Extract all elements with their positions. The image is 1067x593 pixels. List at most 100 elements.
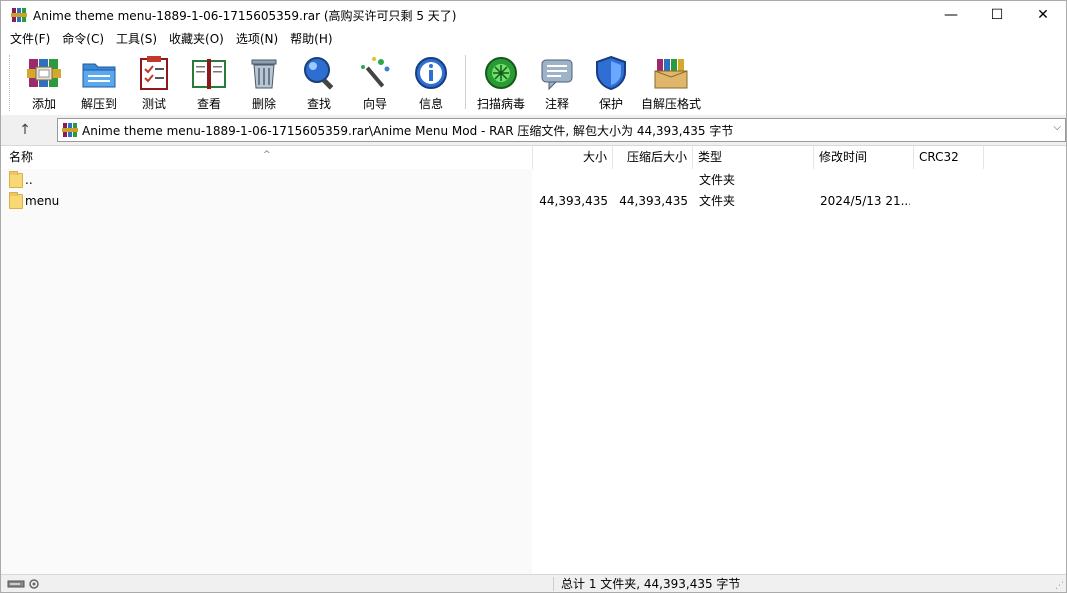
drive-key-icon[interactable] bbox=[7, 578, 43, 590]
wizard-label: 向导 bbox=[362, 97, 387, 111]
toolbar: 添加 解压到 测试 查看 删除 查找 向导 信息 扫描病毒 注释 保护 自解压格… bbox=[1, 49, 1066, 115]
winrar-app-icon bbox=[11, 7, 27, 23]
test-button[interactable]: 测试 bbox=[127, 49, 181, 111]
row-name: menu bbox=[25, 194, 60, 208]
view-button[interactable]: 查看 bbox=[181, 49, 237, 111]
info-icon bbox=[413, 55, 449, 91]
find-button[interactable]: 查找 bbox=[291, 49, 347, 111]
address-path: Anime theme menu-1889-1-06-1715605359.ra… bbox=[82, 123, 734, 138]
virus-scan-icon bbox=[483, 55, 519, 91]
extract-label: 解压到 bbox=[80, 97, 117, 111]
view-label: 查看 bbox=[196, 97, 221, 111]
sfx-label: 自解压格式 bbox=[640, 97, 701, 111]
wizard-button[interactable]: 向导 bbox=[347, 49, 403, 111]
row-crc bbox=[920, 191, 980, 212]
trash-icon bbox=[246, 55, 282, 91]
title-bar: Anime theme menu-1889-1-06-1715605359.ra… bbox=[1, 1, 1066, 29]
menu-tools[interactable]: 工具(S) bbox=[110, 29, 163, 49]
sfx-box-icon bbox=[653, 55, 689, 91]
column-type-label: 类型 bbox=[698, 150, 723, 164]
status-bar: 总计 1 文件夹, 44,393,435 字节 ⋰ bbox=[1, 574, 1066, 592]
name-column-area bbox=[1, 169, 532, 575]
test-label: 测试 bbox=[141, 97, 166, 111]
extract-button[interactable]: 解压到 bbox=[71, 49, 127, 111]
winrar-window: Anime theme menu-1889-1-06-1715605359.ra… bbox=[0, 0, 1067, 593]
info-label: 信息 bbox=[418, 97, 443, 111]
menu-commands[interactable]: 命令(C) bbox=[56, 29, 110, 49]
shield-icon bbox=[593, 55, 629, 91]
menu-options[interactable]: 选项(N) bbox=[230, 29, 284, 49]
close-button[interactable]: ✕ bbox=[1020, 1, 1066, 29]
row-type: 文件夹 bbox=[699, 173, 736, 187]
column-name-label: 名称 bbox=[9, 150, 34, 164]
comment-icon bbox=[539, 55, 575, 91]
info-button[interactable]: 信息 bbox=[403, 49, 459, 111]
arrow-up-icon: ↑ bbox=[19, 122, 31, 138]
row-packed bbox=[613, 170, 688, 191]
toolbar-separator bbox=[465, 55, 466, 109]
delete-button[interactable]: 删除 bbox=[237, 49, 291, 111]
delete-label: 删除 bbox=[251, 97, 276, 111]
test-checklist-icon bbox=[136, 55, 172, 91]
column-size[interactable]: 大小 bbox=[533, 146, 613, 169]
row-modified bbox=[820, 170, 910, 191]
column-packed-label: 压缩后大小 bbox=[626, 150, 687, 164]
address-bar[interactable]: Anime theme menu-1889-1-06-1715605359.ra… bbox=[57, 118, 1066, 142]
folder-icon bbox=[9, 171, 23, 188]
row-crc bbox=[920, 170, 980, 191]
folder-icon bbox=[9, 192, 23, 209]
menu-bar: 文件(F) 命令(C) 工具(S) 收藏夹(O) 选项(N) 帮助(H) bbox=[1, 29, 1066, 49]
column-crc-label: CRC32 bbox=[919, 150, 959, 164]
maximize-button[interactable]: ☐ bbox=[974, 1, 1020, 29]
row-modified: 2024/5/13 21... bbox=[820, 194, 910, 208]
row-size: 44,393,435 bbox=[539, 194, 608, 208]
column-size-label: 大小 bbox=[582, 150, 607, 164]
protect-label: 保护 bbox=[598, 97, 623, 111]
protect-button[interactable]: 保护 bbox=[584, 49, 638, 111]
find-label: 查找 bbox=[306, 97, 331, 111]
menu-help[interactable]: 帮助(H) bbox=[284, 29, 338, 49]
column-header: 名称 ^ 大小 压缩后大小 类型 修改时间 CRC32 bbox=[1, 146, 1066, 169]
minimize-icon: — bbox=[944, 7, 958, 23]
rar-archive-icon bbox=[62, 122, 78, 138]
magic-wand-icon bbox=[357, 55, 393, 91]
chevron-down-icon[interactable]: ⌵ bbox=[1053, 122, 1061, 133]
toolbar-grip[interactable] bbox=[9, 55, 13, 111]
maximize-icon: ☐ bbox=[990, 7, 1004, 23]
status-summary: 总计 1 文件夹, 44,393,435 字节 bbox=[561, 577, 741, 591]
view-book-icon bbox=[191, 55, 227, 91]
sort-ascending-icon: ^ bbox=[263, 150, 271, 160]
add-button[interactable]: 添加 bbox=[17, 49, 71, 111]
row-type: 文件夹 bbox=[699, 194, 736, 208]
sfx-button[interactable]: 自解压格式 bbox=[638, 49, 704, 111]
column-packed-size[interactable]: 压缩后大小 bbox=[613, 146, 693, 169]
add-archive-icon bbox=[26, 55, 62, 91]
comment-button[interactable]: 注释 bbox=[530, 49, 584, 111]
row-name: .. bbox=[25, 173, 33, 187]
resize-grip-icon[interactable]: ⋰ bbox=[1055, 581, 1064, 591]
comment-label: 注释 bbox=[544, 97, 569, 111]
scan-virus-label: 扫描病毒 bbox=[476, 97, 525, 111]
minimize-button[interactable]: — bbox=[928, 1, 974, 29]
add-label: 添加 bbox=[31, 97, 56, 111]
window-title: Anime theme menu-1889-1-06-1715605359.ra… bbox=[33, 8, 457, 23]
table-row[interactable]: .. 文件夹 bbox=[1, 170, 1066, 191]
column-modified[interactable]: 修改时间 bbox=[814, 146, 914, 169]
status-separator bbox=[553, 577, 554, 591]
column-type[interactable]: 类型 bbox=[693, 146, 814, 169]
column-crc32[interactable]: CRC32 bbox=[914, 146, 984, 169]
window-controls: — ☐ ✕ bbox=[928, 1, 1066, 29]
file-list: 名称 ^ 大小 压缩后大小 类型 修改时间 CRC32 .. 文件夹 menu … bbox=[1, 145, 1066, 575]
magnifier-icon bbox=[301, 55, 337, 91]
menu-favorites[interactable]: 收藏夹(O) bbox=[163, 29, 230, 49]
up-folder-button[interactable]: ↑ bbox=[5, 118, 45, 142]
column-modified-label: 修改时间 bbox=[819, 150, 868, 164]
column-name[interactable]: 名称 ^ bbox=[1, 146, 533, 169]
table-row[interactable]: menu 44,393,435 44,393,435 文件夹 2024/5/13… bbox=[1, 191, 1066, 212]
row-packed: 44,393,435 bbox=[619, 194, 688, 208]
row-size bbox=[533, 170, 608, 191]
menu-file[interactable]: 文件(F) bbox=[4, 29, 56, 49]
close-icon: ✕ bbox=[1037, 7, 1049, 23]
scan-virus-button[interactable]: 扫描病毒 bbox=[472, 49, 530, 111]
address-row: ↑ Anime theme menu-1889-1-06-1715605359.… bbox=[1, 115, 1066, 145]
